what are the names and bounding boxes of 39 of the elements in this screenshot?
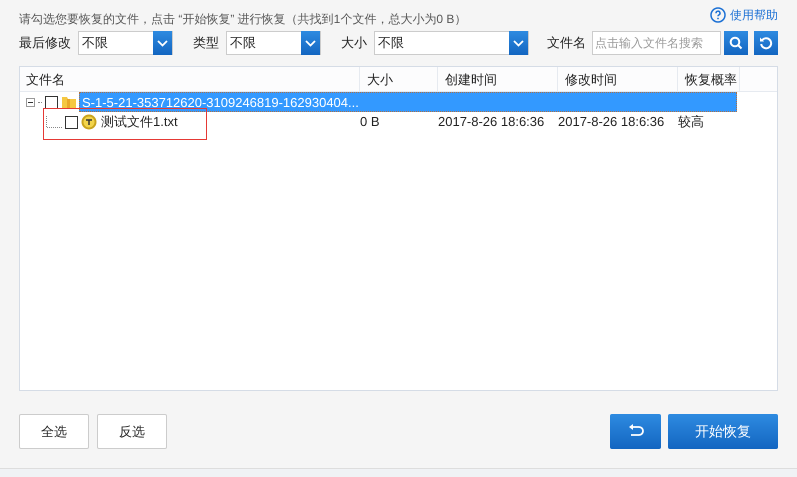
recovery-rate: 较高 (678, 113, 705, 132)
search-label: 文件名 (547, 34, 586, 52)
invert-selection-button[interactable]: 反选 (97, 414, 167, 449)
file-badge-icon (81, 114, 97, 130)
collapse-icon[interactable] (26, 98, 35, 106)
file-row[interactable]: 测试文件1.txt 0 B 2017-8-26 18:6:36 2017-8-26 18:6:36 较高 (97, 112, 740, 132)
checkbox[interactable] (45, 96, 58, 108)
column-header[interactable]: 大小 (360, 67, 438, 91)
tree-connector (46, 116, 62, 128)
filter-label: 最后修改 (19, 34, 71, 52)
refresh-icon (759, 36, 773, 50)
filter-dropdown[interactable]: 不限 (78, 31, 173, 55)
filter-dropdown[interactable]: 不限 (226, 31, 321, 55)
back-button[interactable] (610, 414, 661, 449)
file-size: 0 B (360, 113, 381, 132)
instruction-text: 请勾选您要恢复的文件，点击 “开始恢复” 进行恢复（共找到1个文件，总大小为0 B） (19, 11, 466, 28)
filter-label: 类型 (193, 34, 219, 52)
filter-label: 大小 (341, 34, 367, 52)
start-recovery-button[interactable]: 开始恢复 (668, 414, 778, 449)
search-icon (729, 36, 743, 50)
search-button[interactable] (724, 31, 748, 55)
column-header[interactable]: 创建时间 (438, 67, 558, 91)
created-time: 2017-8-26 18:6:36 (438, 113, 546, 132)
refresh-button[interactable] (754, 31, 778, 55)
checkbox[interactable] (65, 116, 78, 128)
folder-icon (61, 94, 77, 110)
column-header[interactable]: 修改时间 (558, 67, 678, 91)
modified-time: 2017-8-26 18:6:36 (558, 113, 666, 132)
help-link[interactable]: 使用帮助 (710, 6, 778, 24)
select-all-button[interactable]: 全选 (19, 414, 89, 449)
chevron-down-icon (513, 40, 524, 46)
column-header[interactable]: 文件名 (20, 67, 360, 91)
filter-dropdown[interactable]: 不限 (374, 31, 529, 55)
chevron-down-icon (157, 40, 168, 46)
column-header[interactable]: 恢复概率 (678, 67, 740, 91)
help-icon (710, 7, 726, 23)
search-field[interactable]: 点击输入文件名搜索 (592, 31, 721, 55)
file-name: 测试文件1.txt (100, 113, 179, 132)
chevron-down-icon (305, 40, 316, 46)
